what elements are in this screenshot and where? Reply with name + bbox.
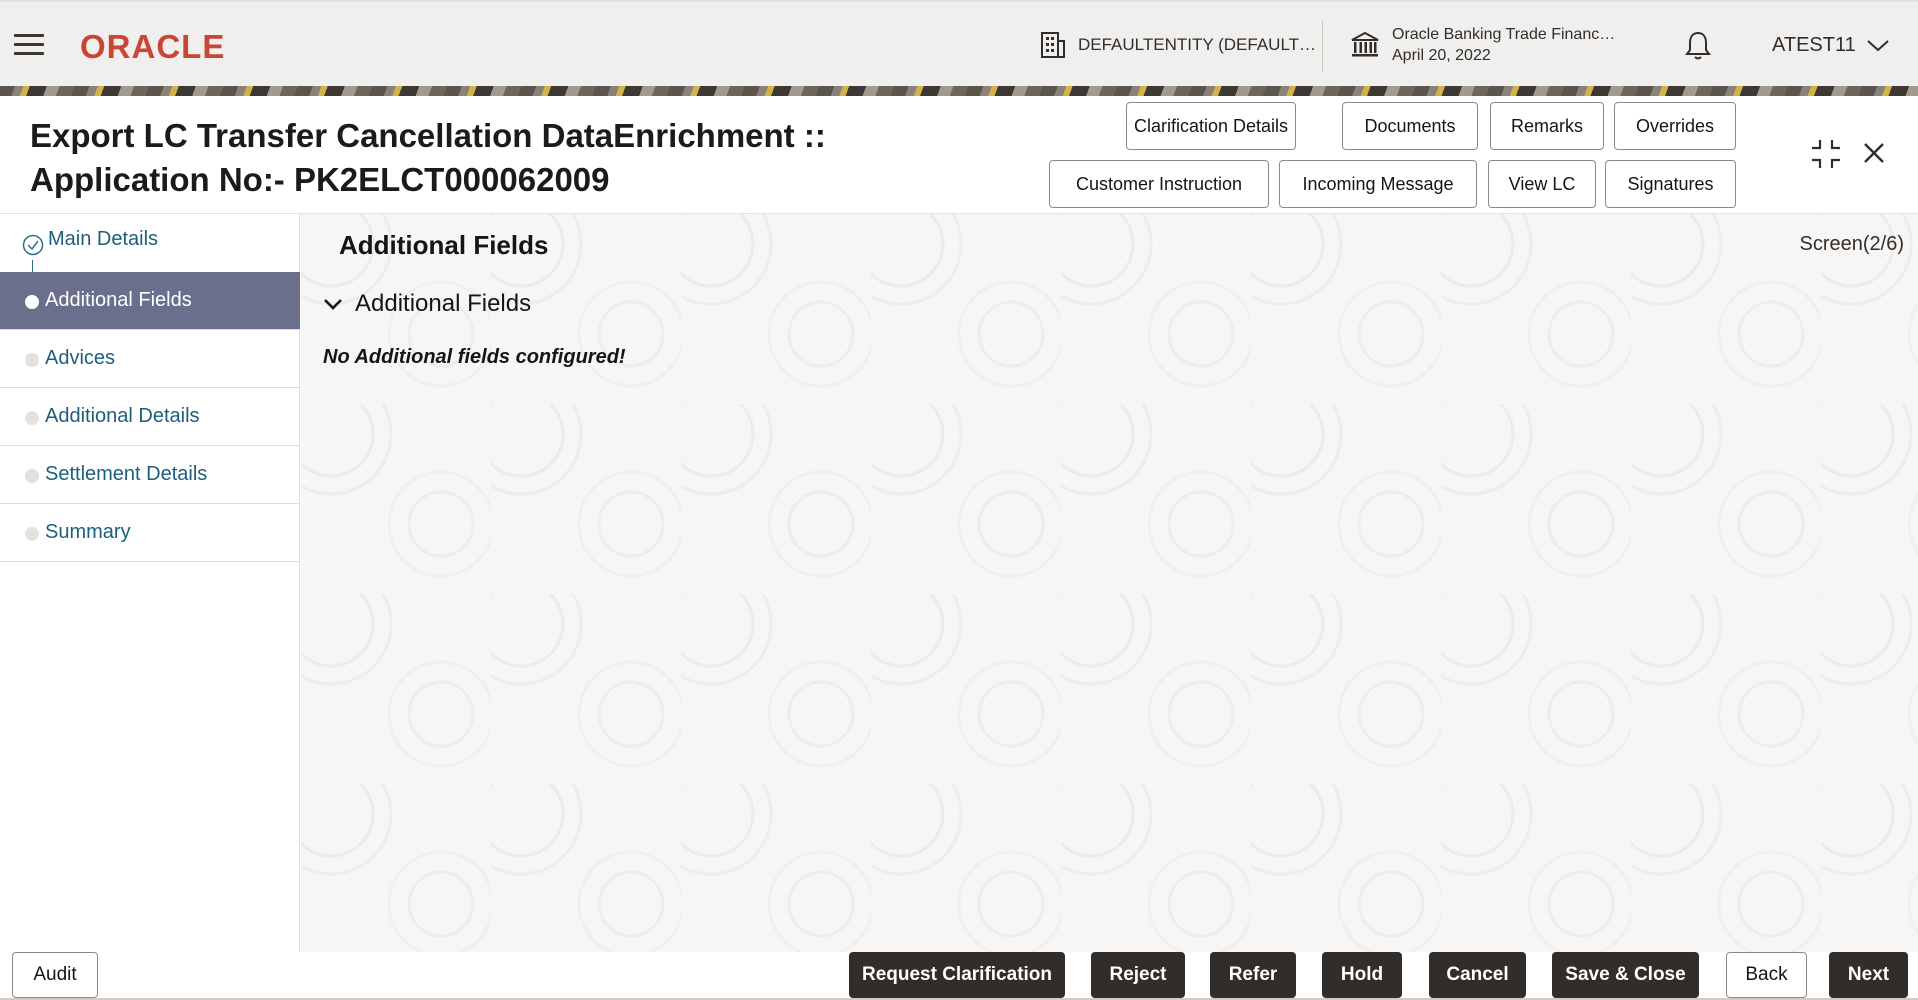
chevron-down-icon [324, 299, 342, 310]
decorative-banner [0, 86, 1918, 96]
nav-item-settlement-details[interactable]: Settlement Details [0, 446, 300, 504]
application-number: Application No:- PK2ELCT000062009 [30, 161, 610, 198]
audit-button[interactable]: Audit [12, 952, 98, 998]
request-clarification-button[interactable]: Request Clarification [849, 952, 1065, 998]
back-button[interactable]: Back [1726, 952, 1807, 998]
section-title: Additional Fields [339, 230, 549, 260]
nav-label: Advices [45, 347, 116, 369]
train-stop-navigation: Main Details Additional Fields Advices A… [0, 214, 300, 952]
nav-label: Additional Fields [45, 289, 192, 311]
nav-label: Main Details [48, 228, 159, 250]
documents-button[interactable]: Documents [1342, 102, 1478, 150]
entity-selector[interactable]: DEFAULTENTITY (DEFAULT… [1040, 30, 1316, 60]
next-button[interactable]: Next [1829, 952, 1908, 998]
nav-item-additional-details[interactable]: Additional Details [0, 388, 300, 446]
clarification-details-button[interactable]: Clarification Details [1126, 102, 1296, 150]
nav-label: Summary [45, 521, 131, 543]
user-menu[interactable]: ATEST11 [1772, 34, 1890, 57]
header-divider [1322, 20, 1323, 72]
action-footer: Audit Request Clarification Reject Refer… [0, 952, 1918, 1000]
building-icon [1041, 32, 1065, 58]
view-lc-button[interactable]: View LC [1488, 160, 1596, 208]
empty-state-message: No Additional fields configured! [323, 346, 626, 368]
bell-icon[interactable] [1684, 29, 1712, 61]
page-title: Export LC Transfer Cancellation DataEnri… [30, 114, 826, 202]
additional-fields-panel-toggle[interactable]: Additional Fields [323, 290, 531, 318]
nav-label: Settlement Details [45, 463, 208, 485]
cancel-button[interactable]: Cancel [1429, 952, 1526, 998]
customer-instruction-button[interactable]: Customer Instruction [1049, 160, 1269, 208]
bank-icon [1351, 31, 1379, 57]
oracle-logo: ORACLE [80, 28, 226, 65]
active-step-indicator [25, 295, 39, 309]
save-and-close-button[interactable]: Save & Close [1552, 952, 1699, 998]
signatures-button[interactable]: Signatures [1605, 160, 1736, 208]
nav-item-main-details[interactable]: Main Details [0, 214, 300, 272]
bank-name: Oracle Banking Trade Financ… [1392, 26, 1616, 43]
refer-button[interactable]: Refer [1210, 952, 1296, 998]
nav-label: Additional Details [45, 405, 200, 427]
close-icon[interactable] [1863, 142, 1885, 164]
user-name: ATEST11 [1772, 34, 1856, 56]
remarks-button[interactable]: Remarks [1490, 102, 1604, 150]
main-content: Additional Fields Screen(2/6) Additional… [301, 214, 1918, 952]
incoming-message-button[interactable]: Incoming Message [1279, 160, 1477, 208]
check-circle-icon [22, 234, 44, 256]
nav-item-advices[interactable]: Advices [0, 330, 300, 388]
menu-icon[interactable] [14, 32, 46, 58]
page-title-line1: Export LC Transfer Cancellation DataEnri… [30, 117, 826, 154]
bank-branch-info[interactable]: Oracle Banking Trade Financ… April 20, 2… [1350, 24, 1615, 66]
panel-title: Additional Fields [355, 290, 532, 317]
nav-item-additional-fields[interactable]: Additional Fields [0, 272, 300, 330]
reject-button[interactable]: Reject [1091, 952, 1185, 998]
step-indicator [25, 353, 39, 367]
step-indicator [25, 469, 39, 483]
branch-date: April 20, 2022 [1392, 47, 1491, 64]
collapse-icon[interactable] [1810, 138, 1842, 170]
screen-indicator: Screen(2/6) [1799, 233, 1905, 255]
step-indicator [25, 411, 39, 425]
overrides-button[interactable]: Overrides [1614, 102, 1736, 150]
step-indicator [25, 527, 39, 541]
chevron-down-icon [1867, 39, 1889, 51]
hold-button[interactable]: Hold [1322, 952, 1402, 998]
entity-label: DEFAULTENTITY (DEFAULT… [1078, 35, 1317, 54]
task-title-bar: Export LC Transfer Cancellation DataEnri… [0, 96, 1918, 214]
nav-item-summary[interactable]: Summary [0, 504, 300, 562]
app-header: ORACLE DEFAULTENTITY (DEFAULT… Oracle Ba… [0, 0, 1918, 86]
